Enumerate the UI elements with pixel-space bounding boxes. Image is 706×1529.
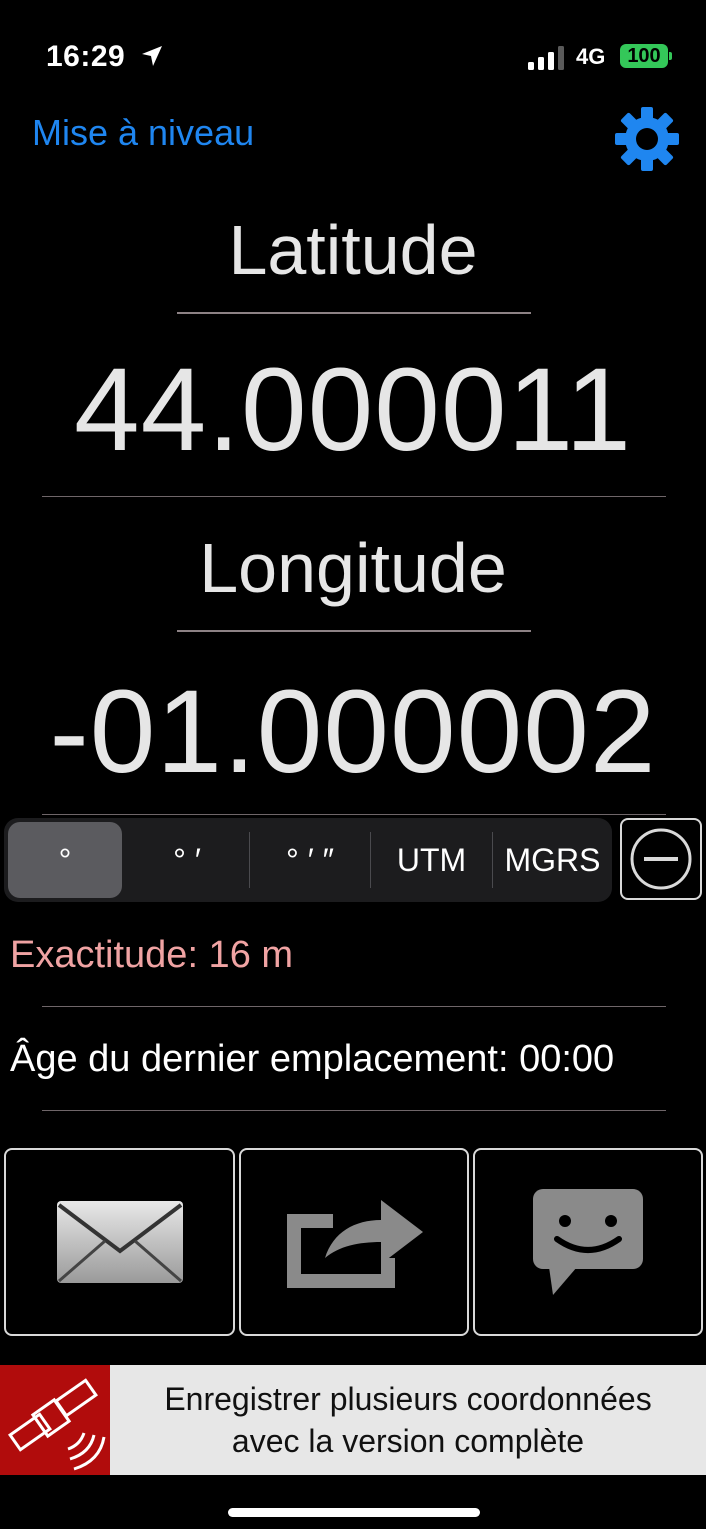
location-arrow-icon [142, 46, 162, 66]
minus-circle-icon [630, 828, 692, 890]
battery-indicator: 100 [620, 44, 668, 68]
message-icon [533, 1189, 643, 1295]
banner-line-1: Enregistrer plusieurs coordonnées [164, 1381, 652, 1417]
coordinate-format-selector: ° ° ′ ° ′ ″ UTM MGRS [4, 818, 612, 902]
latitude-value: 44.000011 [73, 344, 633, 476]
collapse-button[interactable] [620, 818, 702, 900]
tab-decimal-degrees[interactable]: ° [8, 822, 122, 898]
email-button[interactable] [4, 1148, 235, 1336]
mail-icon [56, 1201, 183, 1283]
divider [42, 1110, 666, 1111]
divider [42, 496, 666, 497]
message-button[interactable] [473, 1148, 703, 1336]
tab-degrees-minutes-seconds[interactable]: ° ′ ″ [250, 818, 370, 902]
upgrade-link[interactable]: Mise à niveau [32, 112, 254, 154]
network-type: 4G [576, 44, 606, 69]
share-button[interactable] [239, 1148, 469, 1336]
share-icon [287, 1200, 423, 1288]
banner-icon-tile [0, 1365, 110, 1475]
latitude-label: Latitude [228, 211, 478, 289]
longitude-value: -01.000002 [49, 666, 657, 798]
last-location-age: Âge du dernier emplacement: 00:00 [10, 1038, 615, 1080]
divider [42, 814, 666, 815]
accuracy-text: Exactitude: 16 m [10, 934, 294, 976]
tab-degrees-minutes[interactable]: ° ′ [126, 818, 248, 902]
tab-mgrs[interactable]: MGRS [493, 818, 612, 902]
status-time: 16:29 [46, 40, 126, 73]
longitude-label: Longitude [199, 529, 507, 607]
latitude-label-underline [177, 312, 531, 314]
banner-line-2: avec la version complète [231, 1423, 585, 1459]
cellular-signal-icon [528, 46, 564, 70]
divider [42, 1006, 666, 1007]
satellite-icon [8, 1378, 106, 1471]
longitude-label-underline [177, 630, 531, 632]
tab-utm[interactable]: UTM [371, 818, 492, 902]
banner-text: Enregistrer plusieurs coordonnées avec l… [110, 1365, 706, 1475]
battery-tip [669, 52, 672, 60]
home-indicator[interactable] [228, 1508, 480, 1517]
gear-icon[interactable] [612, 104, 682, 174]
